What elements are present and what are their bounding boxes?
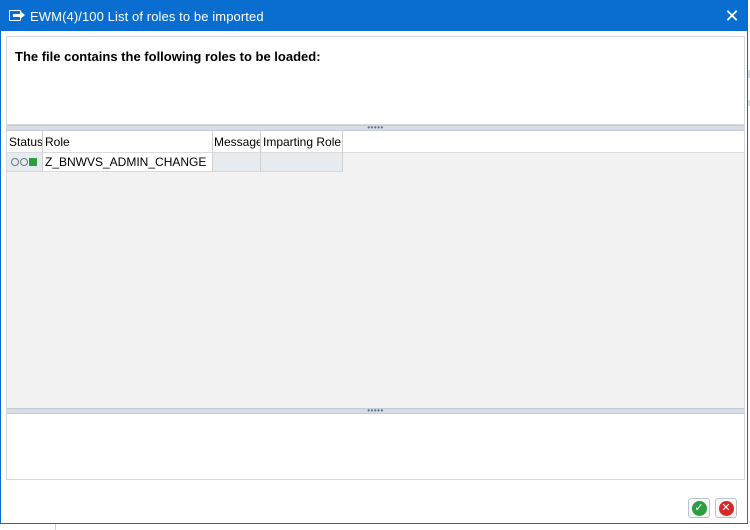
imparting-role-cell[interactable]	[261, 153, 343, 172]
column-header-status[interactable]: Status	[7, 131, 43, 153]
column-header-message[interactable]: Message	[213, 131, 261, 153]
roles-import-dialog: EWM(4)/100 List of roles to be imported …	[0, 0, 748, 524]
check-icon: ✓	[691, 500, 707, 516]
column-header-imparting-role[interactable]: Imparting Role	[261, 131, 343, 153]
dialog-title: EWM(4)/100 List of roles to be imported	[30, 8, 264, 24]
status-cell	[7, 153, 43, 172]
message-panel: The file contains the following roles to…	[6, 36, 745, 125]
traffic-light-yellow-off-icon	[20, 158, 28, 166]
dialog-titlebar: EWM(4)/100 List of roles to be imported …	[1, 1, 747, 31]
details-panel	[6, 414, 745, 480]
import-icon	[8, 9, 25, 23]
continue-button[interactable]: ✓	[688, 498, 710, 518]
message-heading: The file contains the following roles to…	[15, 49, 321, 64]
table-row[interactable]: Z_BNWVS_ADMIN_CHANGE	[7, 153, 343, 172]
message-cell[interactable]	[213, 153, 261, 172]
splitter-grip: •••••	[367, 406, 384, 415]
splitter-grip: •••••	[367, 123, 384, 132]
role-cell[interactable]: Z_BNWVS_ADMIN_CHANGE	[43, 153, 213, 172]
roles-grid: Status Role Message Imparting Role Z_BNW…	[6, 131, 745, 408]
close-icon[interactable]: ✕	[723, 7, 741, 25]
traffic-light-green-icon	[29, 158, 37, 166]
cancel-button[interactable]: ✕	[715, 498, 737, 518]
cancel-icon: ✕	[718, 500, 734, 516]
grid-header: Status Role Message Imparting Role	[7, 131, 744, 153]
traffic-light-red-off-icon	[11, 158, 19, 166]
column-header-role[interactable]: Role	[43, 131, 213, 153]
